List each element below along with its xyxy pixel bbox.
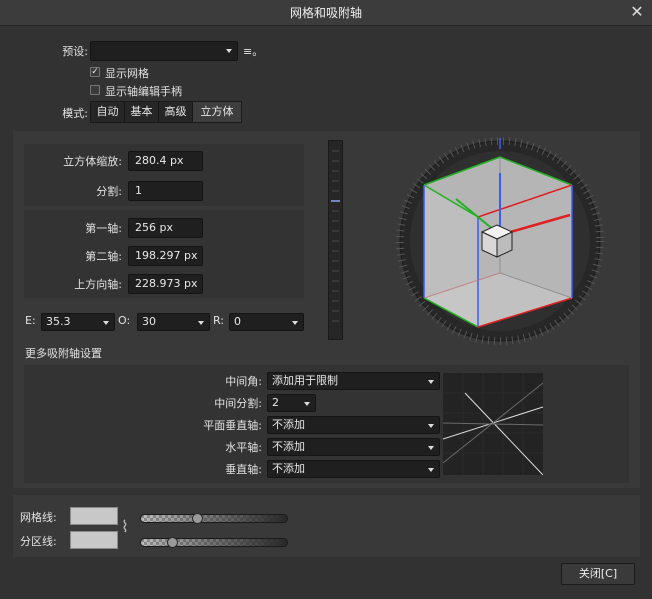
axis2-label: 第二轴: [85,250,122,263]
o-dropdown[interactable]: 30 [137,313,210,331]
vertical-ruler-slider[interactable] [328,140,343,340]
show-grid-checkbox[interactable]: ✓ [90,67,100,77]
axis2-field[interactable]: 198.297 px [128,246,203,266]
vertical-axis-label: 垂直轴: [225,463,262,476]
plane-vertical-label: 平面垂直轴: [203,419,262,432]
vertical-axis-dropdown[interactable]: 不添加 [267,460,440,478]
mid-angle-dropdown[interactable]: 添加用于限制 [267,372,440,390]
show-axis-handles-label: 显示轴编辑手柄 [105,85,182,98]
close-icon[interactable]: ✕ [628,3,646,21]
grid-lines-slider-knob[interactable] [192,513,203,524]
e-dropdown[interactable]: 35.3 [41,313,115,331]
divisions-label: 分割: [96,185,122,198]
show-axis-handles-checkbox[interactable] [90,85,100,95]
mode-segmented-control: 自动 基本 高级 立方体 [90,101,242,123]
tab-auto[interactable]: 自动 [91,102,125,122]
dialog-title: 网格和吸附轴 [289,6,362,20]
division-lines-color-swatch[interactable] [70,531,118,549]
division-lines-opacity-slider[interactable] [140,538,288,547]
snap-lines-preview [442,373,544,476]
o-label: O: [118,314,131,327]
preset-menu-icon[interactable]: ≡。 [243,43,263,59]
grid-lines-color-swatch[interactable] [70,507,118,525]
up-axis-field[interactable]: 228.973 px [128,274,203,294]
preset-dropdown[interactable] [90,41,238,61]
division-lines-label: 分区线: [20,535,57,548]
e-label: E: [25,314,36,327]
grid-lines-label: 网格线: [20,511,57,524]
r-dropdown[interactable]: 0 [229,313,304,331]
mid-divisions-dropdown[interactable]: 2 [267,394,316,412]
up-axis-label: 上方向轴: [74,278,122,291]
mid-divisions-label: 中间分割: [214,397,262,410]
plane-vertical-dropdown[interactable]: 不添加 [267,416,440,434]
mid-angle-label: 中间角: [225,375,262,388]
division-lines-slider-knob[interactable] [167,537,178,548]
more-snap-heading: 更多吸附轴设置 [25,347,102,360]
grid-lines-opacity-slider[interactable] [140,514,288,523]
cube-scale-label: 立方体缩放: [63,155,122,168]
tab-basic[interactable]: 基本 [125,102,159,122]
r-label: R: [213,314,225,327]
axis1-field[interactable]: 256 px [128,218,203,238]
horizontal-axis-label: 水平轴: [225,441,262,454]
show-grid-label: 显示网格 [105,67,149,80]
axis1-label: 第一轴: [85,222,122,235]
cube-scale-field[interactable]: 280.4 px [128,151,203,171]
close-button[interactable]: 关闭[C] [561,563,635,585]
cube-preview-dial[interactable] [394,135,606,347]
preset-label: 预设: [62,45,88,58]
mode-label: 模式: [62,107,88,120]
divisions-field[interactable]: 1 [128,181,203,201]
horizontal-axis-dropdown[interactable]: 不添加 [267,438,440,456]
link-icon[interactable]: ⌇ [121,516,129,538]
tab-advanced[interactable]: 高级 [159,102,193,122]
tab-cube[interactable]: 立方体 [193,102,241,122]
